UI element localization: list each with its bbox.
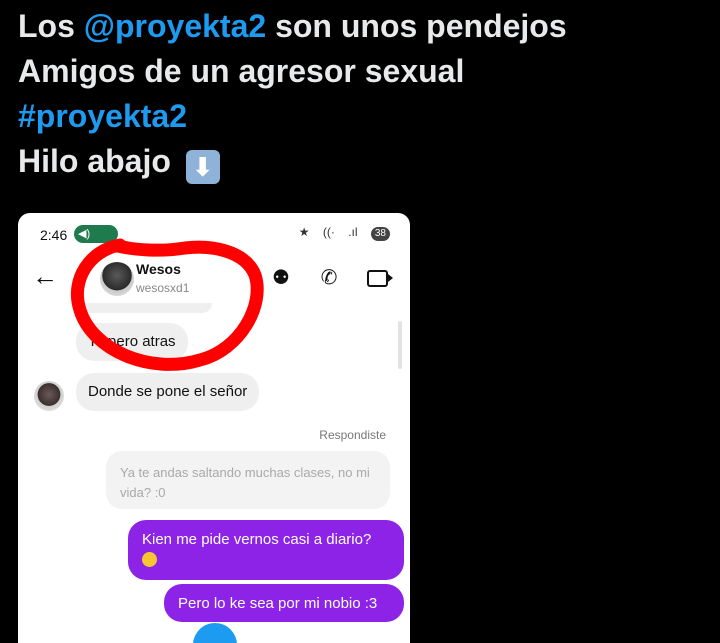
- effects-icon[interactable]: ⚉: [268, 265, 294, 291]
- tweet-text-segment: son unos pendejos: [266, 8, 567, 44]
- video-camera-shape: [366, 270, 393, 288]
- scrollbar[interactable]: [398, 321, 402, 369]
- replied-label: Respondiste: [319, 428, 386, 442]
- hashtag-link[interactable]: #proyekta2: [18, 98, 187, 134]
- reply-quote[interactable]: Ya te andas saltando muchas clases, no m…: [106, 451, 390, 509]
- contact-avatar[interactable]: [100, 262, 134, 296]
- outgoing-message[interactable]: Kien me pide vernos casi a diario?: [128, 520, 404, 580]
- tweet-text: Los @proyekta2 son unos pendejos Amigos …: [18, 4, 708, 184]
- tweet-line-4: Hilo abajo ⬇: [18, 139, 708, 184]
- mention-link[interactable]: @proyekta2: [84, 8, 266, 44]
- contact-name[interactable]: Wesos: [136, 261, 181, 277]
- wifi-icon: ((·: [322, 225, 335, 239]
- incoming-message[interactable]: Donde se pone el señor: [76, 373, 260, 411]
- status-time: 2:46: [40, 227, 68, 243]
- tweet-line-3: #proyekta2: [18, 94, 708, 139]
- phone-icon[interactable]: ✆: [316, 265, 342, 291]
- down-arrow-emoji-icon: ⬇: [185, 150, 220, 184]
- tweet-text-segment: Hilo abajo: [18, 143, 171, 179]
- partial-message-bubble: [76, 303, 212, 313]
- star-icon: ★: [298, 225, 310, 239]
- scroll-down-button[interactable]: [193, 623, 237, 643]
- outgoing-message-text: Kien me pide vernos casi a diario?: [142, 531, 372, 548]
- phone-status-bar: 2:46 ◀) ★ ((· .ıl 38: [18, 213, 410, 253]
- attached-screenshot[interactable]: 2:46 ◀) ★ ((· .ıl 38 ← Wesos wesosxd1 ⚉ …: [18, 213, 410, 643]
- outgoing-message[interactable]: Pero lo ke sea por mi nobio :3: [164, 584, 404, 622]
- call-indicator: ◀): [74, 225, 118, 243]
- call-indicator-icon: ◀): [78, 228, 91, 240]
- battery-icon: 38: [370, 227, 390, 241]
- contact-username: wesosxd1: [136, 281, 190, 295]
- video-icon[interactable]: [364, 265, 393, 291]
- tweet-line-1: Los @proyekta2 son unos pendejos: [18, 4, 708, 49]
- signal-icon: .ıl: [348, 225, 358, 239]
- sender-avatar[interactable]: [34, 381, 64, 411]
- back-arrow-icon[interactable]: ←: [32, 261, 58, 292]
- status-icons: ★ ((· .ıl 38: [289, 225, 390, 241]
- chat-header: ← Wesos wesosxd1 ⚉ ✆: [18, 255, 410, 305]
- tweet-line-2: Amigos de un agresor sexual: [18, 53, 465, 89]
- incoming-message[interactable]: Te pero atras: [76, 323, 188, 361]
- pleading-face-emoji-icon: [142, 552, 157, 567]
- tweet-text-segment: Los: [18, 8, 84, 44]
